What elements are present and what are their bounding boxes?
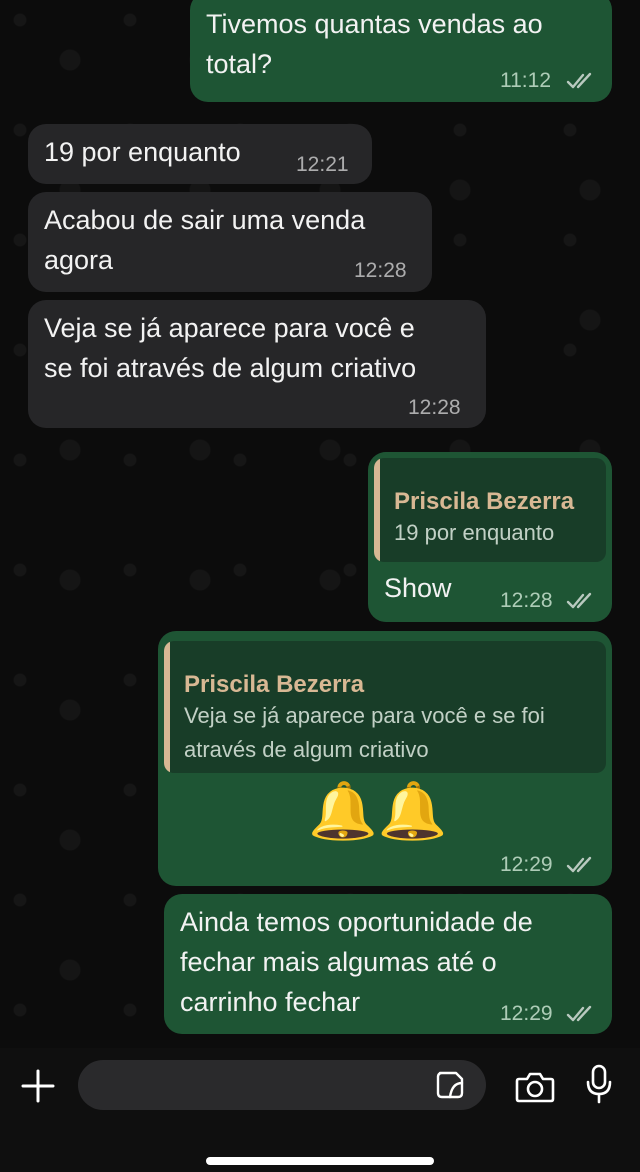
read-receipt-icon xyxy=(566,592,592,609)
message-time: 12:28 xyxy=(354,259,407,282)
home-indicator xyxy=(206,1157,434,1165)
message-text-line: Veja se já aparece para você e xyxy=(44,313,415,343)
message-time: 12:29 xyxy=(500,1002,553,1025)
message-text-line: Show xyxy=(384,573,452,603)
message-time: 11:12 xyxy=(500,69,551,92)
message-incoming[interactable]: Acabou de sair uma venda agora 12:28 xyxy=(28,192,432,292)
message-text-line: Tivemos quantas vendas ao xyxy=(206,9,543,39)
read-receipt-icon xyxy=(566,856,592,873)
quoted-message[interactable]: Priscila Bezerra Veja se já aparece para… xyxy=(164,641,606,773)
emoji-bells: 🔔🔔 xyxy=(308,779,448,842)
message-outgoing[interactable]: Ainda temos oportunidade de fechar mais … xyxy=(164,894,612,1034)
plus-icon[interactable] xyxy=(20,1068,56,1104)
quoted-message[interactable]: Priscila Bezerra 19 por enquanto xyxy=(374,458,606,562)
message-outgoing[interactable]: Tivemos quantas vendas ao total? 11:12 xyxy=(190,0,612,102)
message-time: 12:29 xyxy=(500,853,553,876)
quote-accent-bar xyxy=(374,458,380,562)
camera-icon[interactable] xyxy=(515,1070,555,1104)
message-text-line: carrinho fechar xyxy=(180,987,361,1017)
message-text-line: total? xyxy=(206,49,273,79)
read-receipt-icon xyxy=(566,1005,592,1022)
quote-text-line: 19 por enquanto xyxy=(394,520,555,545)
read-receipt-icon xyxy=(566,72,592,89)
sticker-icon[interactable] xyxy=(434,1069,466,1101)
message-outgoing[interactable]: Priscila Bezerra Veja se já aparece para… xyxy=(158,631,612,886)
message-text-line: Acabou de sair uma venda xyxy=(44,205,366,235)
chat-background: Tivemos quantas vendas ao total? 11:12 1… xyxy=(0,0,640,1048)
composer-bar xyxy=(0,1048,640,1172)
message-outgoing[interactable]: Priscila Bezerra 19 por enquanto Show 12… xyxy=(368,452,612,622)
message-text-line: agora xyxy=(44,245,114,275)
quote-text-line: Veja se já aparece para você e se foi xyxy=(184,703,545,728)
microphone-icon[interactable] xyxy=(585,1064,613,1104)
message-text-line: Ainda temos oportunidade de xyxy=(180,907,533,937)
message-text-line: 19 por enquanto xyxy=(44,137,241,167)
message-time: 12:28 xyxy=(408,396,461,419)
message-incoming[interactable]: 19 por enquanto 12:21 xyxy=(28,124,372,184)
message-time: 12:28 xyxy=(500,589,553,612)
quote-text-line: através de algum criativo xyxy=(184,737,429,762)
message-incoming[interactable]: Veja se já aparece para você e se foi at… xyxy=(28,300,486,428)
message-text-line: fechar mais algumas até o xyxy=(180,947,497,977)
message-time: 12:21 xyxy=(296,153,349,176)
quote-accent-bar xyxy=(164,641,170,773)
message-input[interactable] xyxy=(78,1060,486,1110)
message-text-line: se foi através de algum criativo xyxy=(44,353,417,383)
